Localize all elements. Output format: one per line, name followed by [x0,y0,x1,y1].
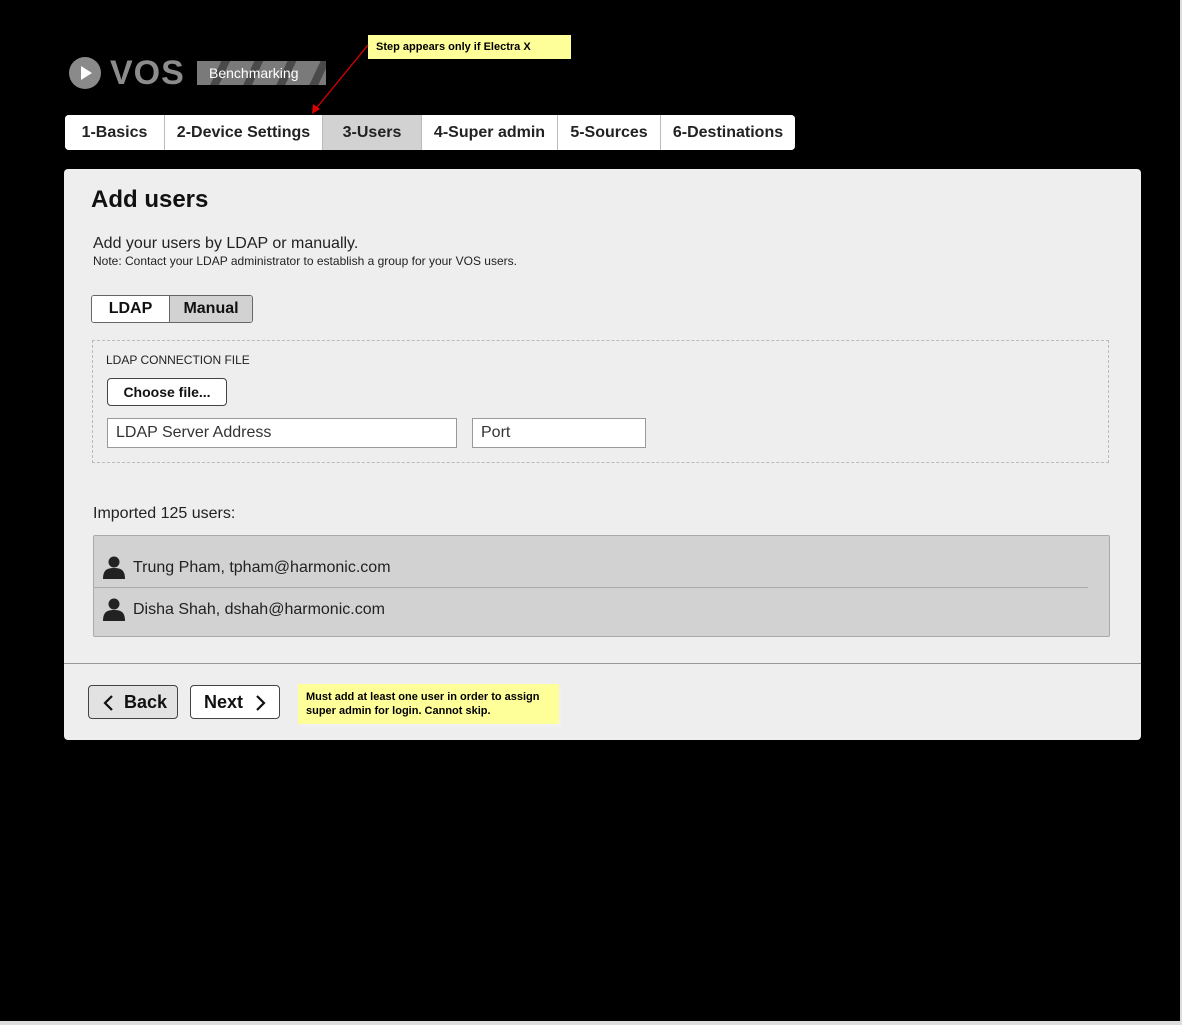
ldap-note: Note: Contact your LDAP administrator to… [93,254,517,268]
choose-file-button[interactable]: Choose file... [107,378,227,406]
chevron-left-icon [103,695,113,711]
logo-name: VOS [110,54,185,92]
tab-destinations[interactable]: 6-Destinations [661,115,795,150]
intro-text: Add your users by LDAP or manually. [93,235,359,252]
person-icon [103,556,125,579]
person-icon [103,598,125,621]
port-input[interactable]: Port [472,418,646,448]
tab-sources[interactable]: 5-Sources [558,115,661,150]
tab-super-admin[interactable]: 4-Super admin [422,115,558,150]
source-toggle: LDAP Manual [91,295,253,323]
page-title: Add users [91,186,209,213]
imported-count: Imported 125 users: [93,505,236,522]
next-label: Next [204,692,244,712]
ldap-server-address-input[interactable]: LDAP Server Address [107,418,457,448]
user-list: Trung Pham, tpham@harmonic.com Disha Sha… [93,535,1110,637]
add-users-panel: Add users Add your users by LDAP or manu… [64,169,1141,740]
footer-divider [64,663,1141,664]
tab-users[interactable]: 3-Users [323,115,422,150]
logo-tagline: Benchmarking [209,65,299,81]
tab-sticky-note: Step appears only if Electra X [368,35,571,59]
manual-toggle-button[interactable]: Manual [170,296,252,322]
wizard-tabs: 1-Basics 2-Device Settings 3-Users 4-Sup… [65,115,795,150]
next-button[interactable]: Next [190,685,280,719]
play-icon [69,57,101,89]
chevron-right-icon [256,695,266,711]
tab-device-settings[interactable]: 2-Device Settings [165,115,323,150]
back-button[interactable]: Back [88,685,178,719]
annotation-arrow [312,44,369,114]
ldap-section-label: LDAP CONNECTION FILE [106,353,250,367]
back-label: Back [124,692,168,712]
ldap-connection-section: LDAP CONNECTION FILE Choose file... LDAP… [92,340,1109,463]
list-item[interactable]: Trung Pham, tpham@harmonic.com [94,547,1088,588]
tab-basics[interactable]: 1-Basics [65,115,165,150]
next-sticky-note: Must add at least one user in order to a… [298,684,559,724]
user-entry: Disha Shah, dshah@harmonic.com [133,601,385,618]
list-item[interactable]: Disha Shah, dshah@harmonic.com [94,589,1088,630]
ldap-toggle-button[interactable]: LDAP [92,296,170,322]
user-entry: Trung Pham, tpham@harmonic.com [133,559,391,576]
